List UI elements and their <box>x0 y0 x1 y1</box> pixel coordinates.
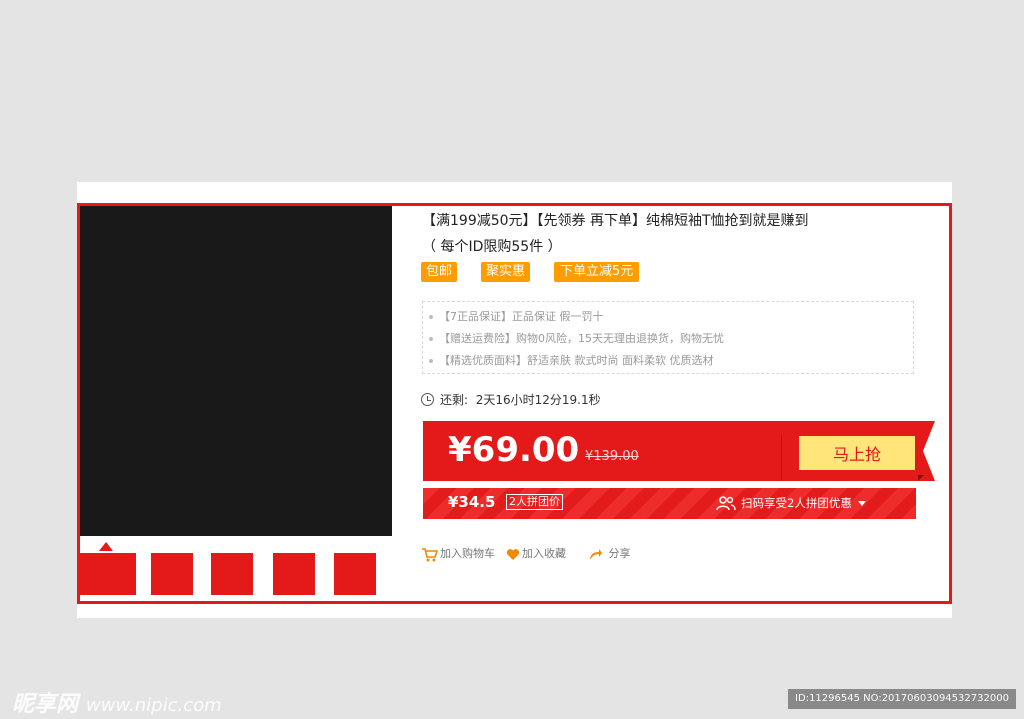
watermark-brand: 昵享网 www.nipic.com <box>12 692 222 717</box>
add-to-cart-link[interactable]: 加入购物车 <box>421 545 495 563</box>
countdown-value: 2天16小时12分19.1秒 <box>475 393 601 407</box>
ribbon-tail <box>923 421 935 481</box>
thumbnail-strip <box>80 541 400 597</box>
thumbnail-1[interactable] <box>80 553 136 595</box>
tag-ju-shi-hui: 聚实惠 <box>481 262 531 282</box>
main-product-image[interactable] <box>80 206 392 536</box>
product-title-line1: 【满199减50元】【先领券 再下单】纯棉短袖T恤抢到就是赚到 <box>422 213 809 229</box>
share-icon <box>590 548 602 560</box>
thumbnail-2[interactable] <box>151 553 193 595</box>
price-bar: ¥69.00 ¥139.00 马上抢 <box>423 421 946 481</box>
buy-now-button[interactable]: 马上抢 <box>799 436 915 470</box>
add-to-favorites-link[interactable]: 加入收藏 <box>506 545 566 563</box>
tag-discount: 下单立减5元 <box>554 262 640 282</box>
group-buy-bar[interactable]: ¥34.5 2人拼团价 扫码享受2人拼团优惠 <box>423 488 916 519</box>
thumbnail-pointer <box>99 542 113 551</box>
people-icon <box>716 496 736 511</box>
heart-icon <box>506 548 520 560</box>
price-divider <box>781 435 782 481</box>
watermark-id: ID:11296545 NO:20170603094532732000 <box>788 689 1016 709</box>
chevron-down-icon <box>857 501 866 506</box>
share-link[interactable]: 分享 <box>587 545 631 563</box>
ribbon-fold <box>918 475 924 481</box>
thumbnail-4[interactable] <box>273 553 315 595</box>
group-badge: 2人拼团价 <box>506 494 563 510</box>
countdown-timer: 还剩: 2天16小时12分19.1秒 <box>421 390 601 410</box>
product-title-line2: （ 每个ID限购55件 ） <box>422 239 562 255</box>
feature-item: 【赠送运费险】购物0风险，15天无理由退换货，购物无忧 <box>429 330 724 346</box>
thumbnail-5[interactable] <box>334 553 376 595</box>
feature-item: 【7正品保证】正品保证 假一罚十 <box>429 308 604 324</box>
bullet-icon <box>429 315 433 319</box>
current-price: ¥69.00 <box>448 430 580 470</box>
price-bar-background: ¥69.00 ¥139.00 马上抢 <box>423 421 923 481</box>
cart-icon <box>422 547 439 561</box>
feature-item: 【精选优质面料】舒适亲肤 款式时尚 面料柔软 优质选材 <box>429 352 714 368</box>
bullet-icon <box>429 359 433 363</box>
feature-list: 【7正品保证】正品保证 假一罚十 【赠送运费险】购物0风险，15天无理由退换货，… <box>422 301 914 374</box>
thumbnail-3[interactable] <box>211 553 253 595</box>
clock-icon <box>421 393 434 406</box>
bullet-icon <box>429 337 433 341</box>
product-title: 【满199减50元】【先领券 再下单】纯棉短袖T恤抢到就是赚到 （ 每个ID限购… <box>422 208 922 260</box>
original-price: ¥139.00 <box>585 449 639 464</box>
countdown-label: 还剩: <box>440 393 469 407</box>
tag-free-shipping: 包邮 <box>421 262 458 282</box>
group-price: ¥34.5 <box>448 493 496 511</box>
group-scan-link[interactable]: 扫码享受2人拼团优惠 <box>716 495 866 511</box>
group-scan-text: 扫码享受2人拼团优惠 <box>741 496 852 510</box>
